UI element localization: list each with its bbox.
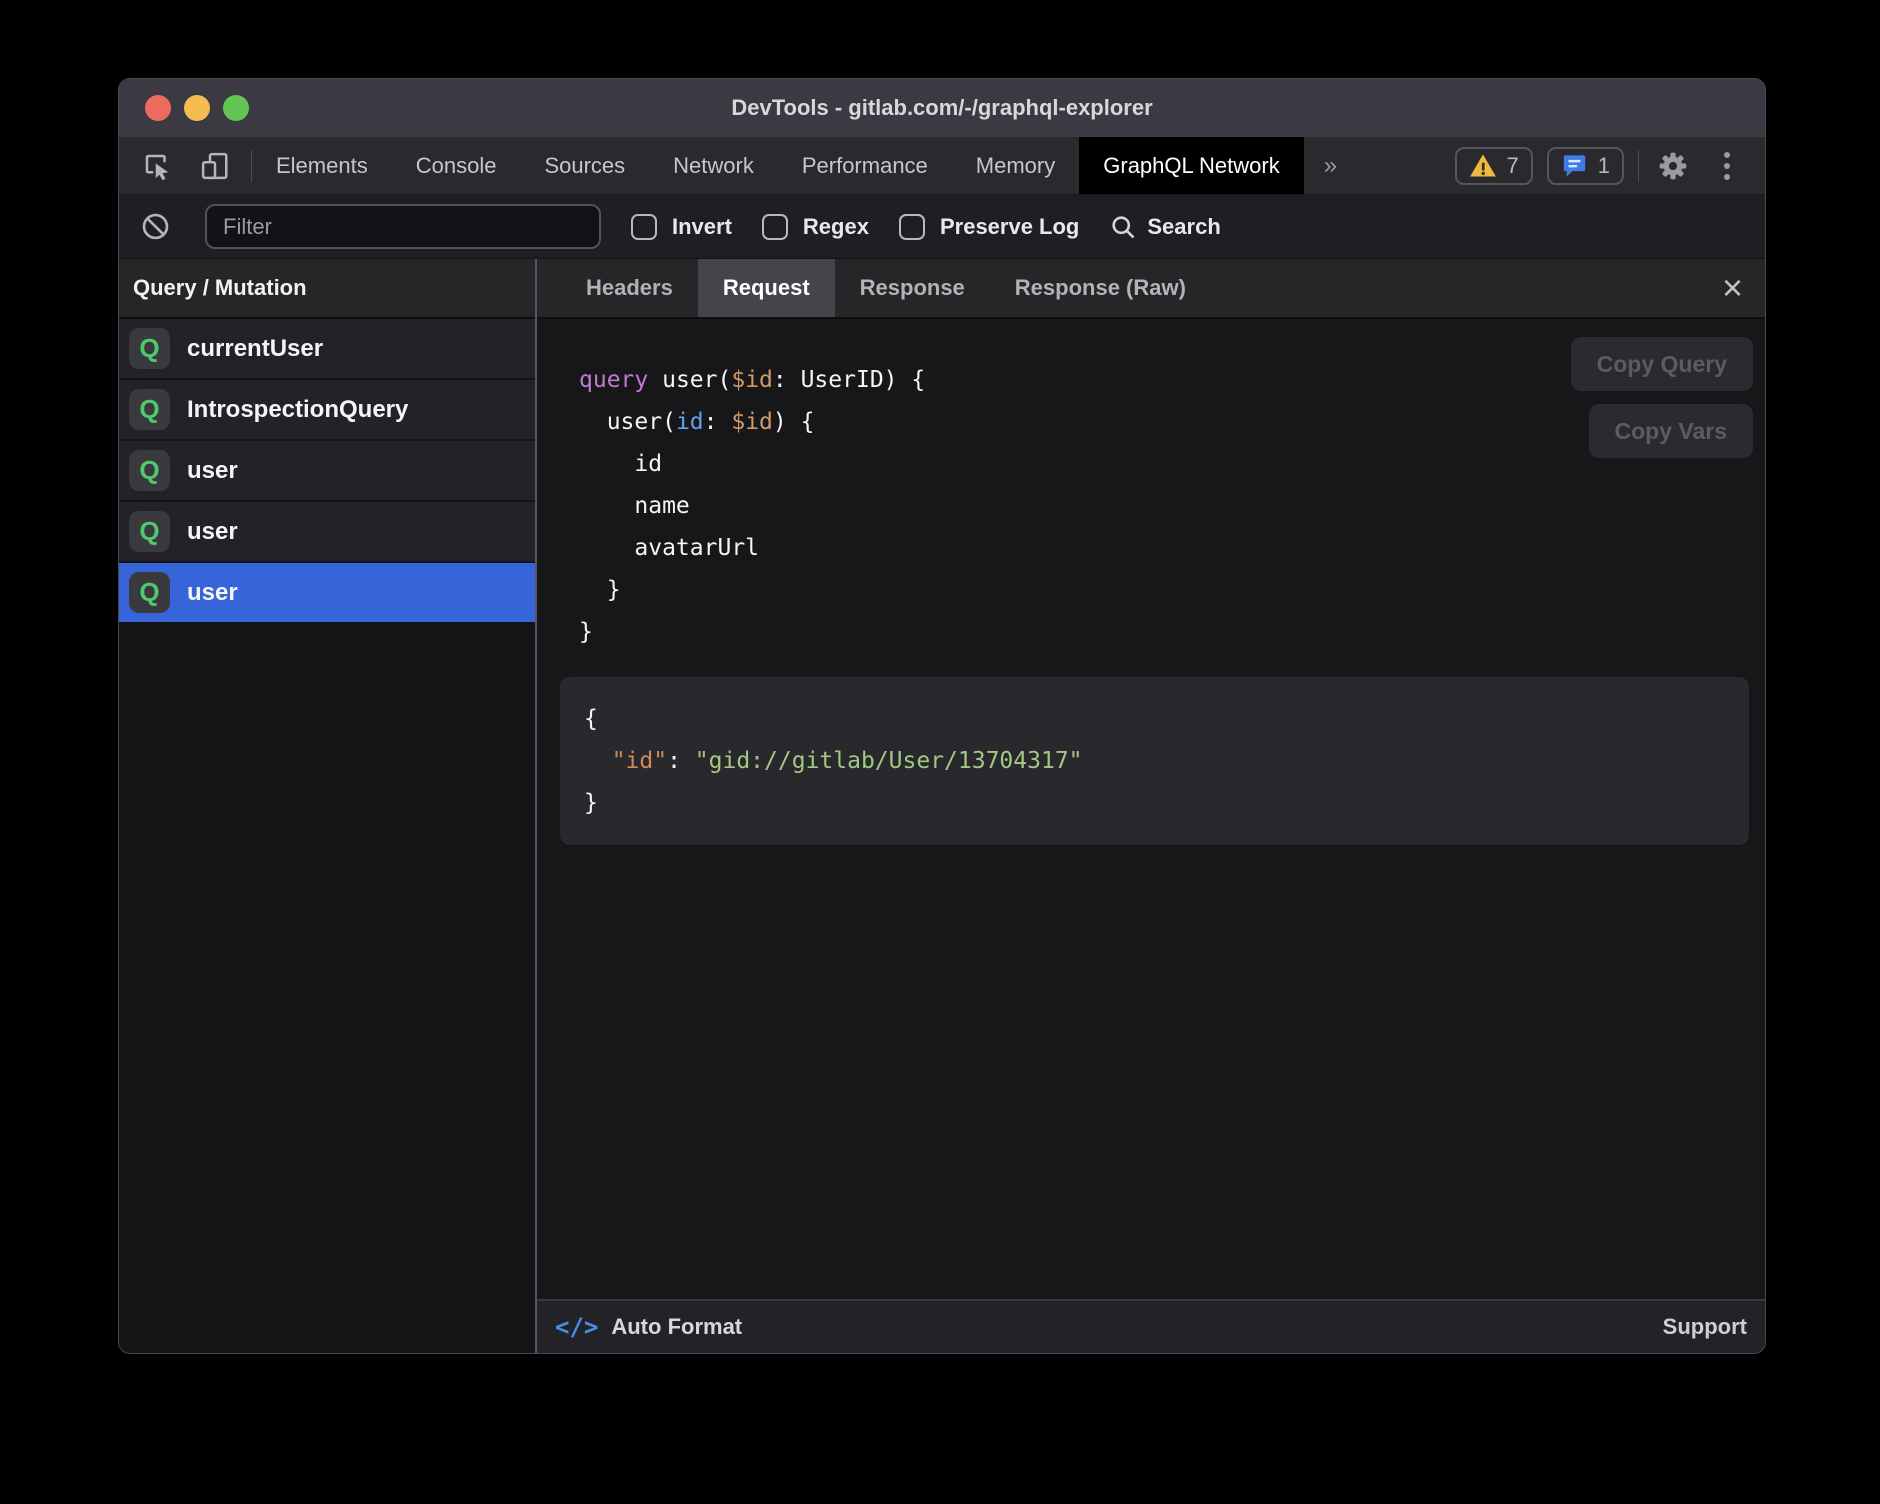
auto-format-button[interactable]: Auto Format [611, 1314, 742, 1340]
preserve-log-checkbox-group[interactable]: Preserve Log [899, 214, 1079, 240]
copy-query-button[interactable]: Copy Query [1571, 337, 1753, 391]
search-button[interactable]: Search [1109, 213, 1220, 241]
list-item-label: user [187, 518, 238, 546]
query-type-badge: Q [129, 450, 170, 491]
search-label: Search [1147, 214, 1220, 240]
query-type-badge: Q [129, 328, 170, 369]
query-type-badge: Q [129, 389, 170, 430]
request-content: query user($id: UserID) { user(id: $id) … [537, 319, 1765, 1299]
zoom-window-button[interactable] [223, 95, 249, 121]
clear-log-icon[interactable] [135, 207, 175, 247]
regex-checkbox[interactable] [762, 214, 788, 240]
query-type-badge: Q [129, 572, 170, 613]
title-bar: DevTools - gitlab.com/-/graphql-explorer [119, 79, 1765, 137]
preserve-log-label: Preserve Log [940, 214, 1079, 240]
list-item-user-2[interactable]: Q user [119, 502, 535, 563]
tab-response[interactable]: Response [835, 259, 990, 317]
invert-label: Invert [672, 214, 732, 240]
minimize-window-button[interactable] [184, 95, 210, 121]
list-item-user-1[interactable]: Q user [119, 441, 535, 502]
traffic-lights [145, 79, 249, 137]
tab-network[interactable]: Network [649, 137, 778, 194]
search-icon [1109, 213, 1137, 241]
regex-checkbox-group[interactable]: Regex [762, 214, 869, 240]
more-tabs-icon[interactable]: » [1304, 137, 1357, 194]
window-title: DevTools - gitlab.com/-/graphql-explorer [731, 95, 1152, 121]
tab-bar-icons [119, 137, 251, 194]
tab-request[interactable]: Request [698, 259, 835, 317]
close-window-button[interactable] [145, 95, 171, 121]
badge-divider [1638, 150, 1639, 182]
filter-input[interactable] [205, 204, 601, 249]
warnings-badge[interactable]: 7 [1455, 147, 1533, 185]
tab-headers[interactable]: Headers [561, 259, 698, 317]
tab-elements[interactable]: Elements [252, 137, 392, 194]
query-type-badge: Q [129, 511, 170, 552]
detail-panel: Headers Request Response Response (Raw) … [537, 259, 1765, 1353]
chat-bubble-icon [1561, 152, 1588, 179]
more-options-icon[interactable] [1707, 146, 1747, 186]
device-toolbar-icon[interactable] [195, 146, 235, 186]
invert-checkbox[interactable] [631, 214, 657, 240]
query-list-sidebar: Query / Mutation Q currentUser Q Introsp… [119, 259, 535, 1353]
main-split: Query / Mutation Q currentUser Q Introsp… [119, 259, 1765, 1353]
list-item-label: currentUser [187, 335, 323, 363]
devtools-tab-bar: Elements Console Sources Network Perform… [119, 137, 1765, 195]
filter-bar: Invert Regex Preserve Log Search [119, 195, 1765, 259]
auto-format-icon: </> [555, 1313, 598, 1341]
list-item-currentuser[interactable]: Q currentUser [119, 319, 535, 380]
warnings-count: 7 [1507, 153, 1519, 179]
devtools-window: DevTools - gitlab.com/-/graphql-explorer… [118, 78, 1766, 1354]
close-panel-icon[interactable]: × [1714, 259, 1751, 317]
preserve-log-checkbox[interactable] [899, 214, 925, 240]
support-link[interactable]: Support [1663, 1314, 1747, 1340]
issues-badge[interactable]: 1 [1547, 147, 1624, 185]
issues-count: 1 [1598, 153, 1610, 179]
tab-memory[interactable]: Memory [952, 137, 1079, 194]
list-item-introspectionquery[interactable]: Q IntrospectionQuery [119, 380, 535, 441]
inspect-element-icon[interactable] [137, 146, 177, 186]
variables-json-code: { "id": "gid://gitlab/User/13704317"} [584, 698, 1725, 824]
detail-tabs: Headers Request Response Response (Raw) … [537, 259, 1765, 319]
status-badges: 7 1 [1455, 137, 1766, 194]
tab-performance[interactable]: Performance [778, 137, 952, 194]
sidebar-header: Query / Mutation [119, 259, 535, 319]
settings-gear-icon[interactable] [1653, 146, 1693, 186]
regex-label: Regex [803, 214, 869, 240]
list-item-user-3-selected[interactable]: Q user [119, 563, 535, 624]
tab-console[interactable]: Console [392, 137, 521, 194]
invert-checkbox-group[interactable]: Invert [631, 214, 732, 240]
copy-vars-button[interactable]: Copy Vars [1589, 404, 1754, 458]
list-item-label: user [187, 579, 238, 607]
list-item-label: IntrospectionQuery [187, 396, 408, 424]
copy-buttons: Copy Query Copy Vars [1571, 337, 1753, 458]
panel-footer: </> Auto Format Support [537, 1299, 1765, 1353]
list-item-label: user [187, 457, 238, 485]
query-list: Q currentUser Q IntrospectionQuery Q use… [119, 319, 535, 624]
tab-sources[interactable]: Sources [520, 137, 649, 194]
variables-box: { "id": "gid://gitlab/User/13704317"} [560, 677, 1749, 845]
tab-graphql-network[interactable]: GraphQL Network [1079, 137, 1303, 194]
warning-icon [1469, 153, 1497, 179]
tab-response-raw[interactable]: Response (Raw) [990, 259, 1211, 317]
